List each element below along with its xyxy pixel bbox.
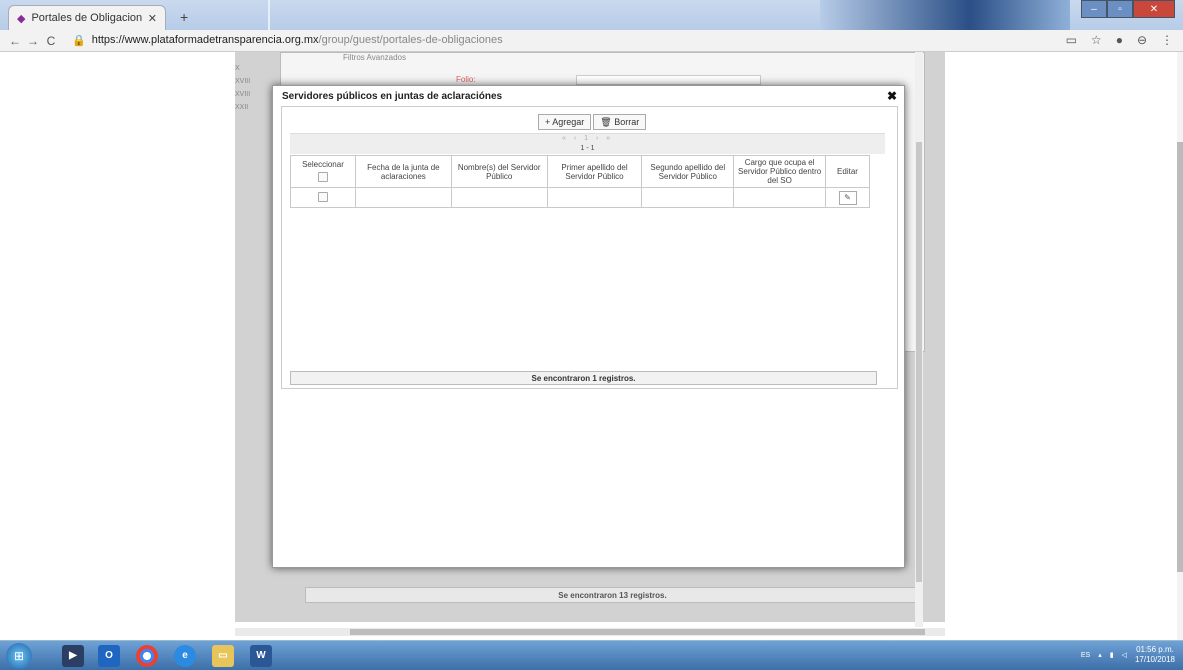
lock-icon: 🔒	[72, 35, 86, 47]
row-select-cell	[290, 187, 356, 208]
advanced-filters-title: Filtros Avanzados	[343, 53, 406, 62]
browser-toolbar-icons: ▭ ☆ ● ⊖ ⋮	[1066, 33, 1173, 47]
servidores-modal: Servidores públicos en juntas de aclarac…	[272, 85, 905, 568]
network-icon[interactable]: ▮	[1110, 651, 1114, 659]
favicon-icon: ◆	[17, 12, 26, 25]
window-close-button[interactable]: ✕	[1133, 0, 1175, 18]
reload-button[interactable]: C	[42, 34, 60, 48]
clock-date: 17/10/2018	[1134, 655, 1175, 664]
browser-tab[interactable]: ◆ Portales de Obligaciones de Tra ✕	[8, 5, 166, 30]
background-list-item: X	[235, 65, 240, 72]
background-list-item: XVIII	[235, 78, 251, 85]
scrollbar-thumb[interactable]	[350, 629, 925, 635]
window-controls: – ▫ ✕	[1081, 0, 1175, 18]
modal-title: Servidores públicos en juntas de aclarac…	[282, 91, 503, 102]
column-header-primer-apellido: Primer apellido del Servidor Público	[546, 155, 643, 188]
column-header-fecha: Fecha de la junta de aclaraciones	[354, 155, 452, 188]
internet-explorer-icon[interactable]: e	[174, 645, 196, 667]
forward-button[interactable]: →	[24, 34, 42, 48]
column-header-nombre: Nombre(s) del Servidor Público	[450, 155, 548, 188]
minimize-button[interactable]: –	[1081, 0, 1107, 18]
url-field[interactable]: 🔒 https://www.plataformadetransparencia.…	[72, 34, 503, 47]
language-indicator[interactable]: ES	[1081, 652, 1090, 659]
tabstrip-decoration	[820, 0, 1070, 30]
tray-arrow-icon[interactable]: ▴	[1098, 651, 1102, 659]
word-icon[interactable]: W	[250, 645, 272, 667]
windows-taskbar: ⊞ ▶ O e ▭ W ES ▴ ▮ ◁ 01:56 p.m. 17/10/20…	[0, 640, 1183, 670]
background-list-item: XXII	[235, 104, 249, 111]
scrollbar-thumb[interactable]	[916, 142, 922, 582]
edit-pencil-icon[interactable]: ✎	[838, 190, 857, 205]
extension-icon[interactable]: ●	[1116, 33, 1123, 47]
column-header-editar: Editar	[825, 155, 870, 188]
address-bar: ← → C 🔒 https://www.plataformadetranspar…	[0, 30, 1183, 52]
account-icon[interactable]: ⊖	[1137, 33, 1147, 47]
table-header-row: Seleccionar Fecha de la junta de aclarac…	[290, 155, 870, 188]
grid-toolbar: + Agregar 🗑 Borrar	[538, 114, 647, 130]
add-button[interactable]: + Agregar	[538, 114, 592, 130]
start-button[interactable]: ⊞	[6, 643, 32, 669]
cell-cargo	[733, 187, 827, 208]
column-header-segundo-apellido: Segundo apellido del Servidor Público	[641, 155, 735, 188]
table-row[interactable]: ✎	[290, 187, 870, 208]
pager: « ‹ 1 › » 1 - 1	[290, 133, 885, 154]
url-host: https://www.plataformadetransparencia.or…	[91, 34, 319, 46]
background-vertical-scrollbar[interactable]	[915, 52, 923, 627]
modal-close-icon[interactable]: ✖	[887, 89, 897, 103]
media-player-icon[interactable]: ▶	[62, 645, 84, 667]
tabstrip-decoration	[268, 0, 270, 30]
cell-primer-apellido	[546, 187, 643, 208]
cell-nombre	[450, 187, 548, 208]
file-explorer-icon[interactable]: ▭	[212, 645, 234, 667]
bookmark-star-icon[interactable]: ☆	[1091, 33, 1102, 47]
cell-fecha	[354, 187, 452, 208]
delete-button[interactable]: 🗑 Borrar	[593, 114, 647, 130]
row-checkbox[interactable]	[317, 191, 328, 202]
column-header-label: Seleccionar	[302, 159, 344, 169]
back-button[interactable]: ←	[6, 34, 24, 48]
browser-tab-strip: ◆ Portales de Obligaciones de Tra ✕ + – …	[0, 0, 1183, 30]
horizontal-scrollbar[interactable]	[235, 628, 945, 636]
folio-input[interactable]	[576, 75, 761, 85]
pager-count: 1 - 1	[580, 145, 595, 152]
maximize-button[interactable]: ▫	[1107, 0, 1133, 18]
background-list-item: XVIII	[235, 91, 251, 98]
cell-segundo-apellido	[641, 187, 735, 208]
column-header-seleccionar: Seleccionar	[290, 155, 356, 188]
outlook-icon[interactable]: O	[98, 645, 120, 667]
url-path: /group/guest/portales-de-obligaciones	[318, 34, 503, 46]
scrollbar-thumb[interactable]	[1177, 142, 1183, 572]
new-tab-button[interactable]: +	[180, 9, 188, 25]
pager-arrows[interactable]: « ‹ 1 › »	[562, 135, 613, 142]
menu-icon[interactable]: ⋮	[1161, 33, 1173, 47]
tab-title: Portales de Obligaciones de Tra	[31, 12, 142, 24]
servidores-table: Seleccionar Fecha de la junta de aclarac…	[290, 155, 870, 208]
results-footer: Se encontraron 1 registros.	[290, 371, 877, 385]
volume-icon[interactable]: ◁	[1122, 651, 1127, 659]
grid-panel: + Agregar 🗑 Borrar « ‹ 1 › » 1 - 1 Selec…	[281, 106, 898, 389]
background-results-footer: Se encontraron 13 registros.	[305, 587, 920, 603]
clock[interactable]: 01:56 p.m. 17/10/2018	[1135, 645, 1175, 665]
cast-icon[interactable]: ▭	[1066, 33, 1077, 47]
chrome-icon[interactable]	[136, 645, 158, 667]
select-all-checkbox[interactable]	[317, 171, 328, 182]
column-header-cargo: Cargo que ocupa el Servidor Público dent…	[733, 155, 827, 188]
folio-label: Folio:	[456, 75, 476, 84]
system-tray: ES ▴ ▮ ◁ 01:56 p.m. 17/10/2018	[1081, 645, 1175, 665]
background-list: X XVIII XVIII XXII	[235, 62, 250, 114]
tab-close-icon[interactable]: ✕	[148, 12, 157, 25]
row-edit-cell: ✎	[825, 187, 870, 208]
clock-time: 01:56 p.m.	[1136, 645, 1174, 654]
page-vertical-scrollbar[interactable]	[1177, 52, 1183, 640]
